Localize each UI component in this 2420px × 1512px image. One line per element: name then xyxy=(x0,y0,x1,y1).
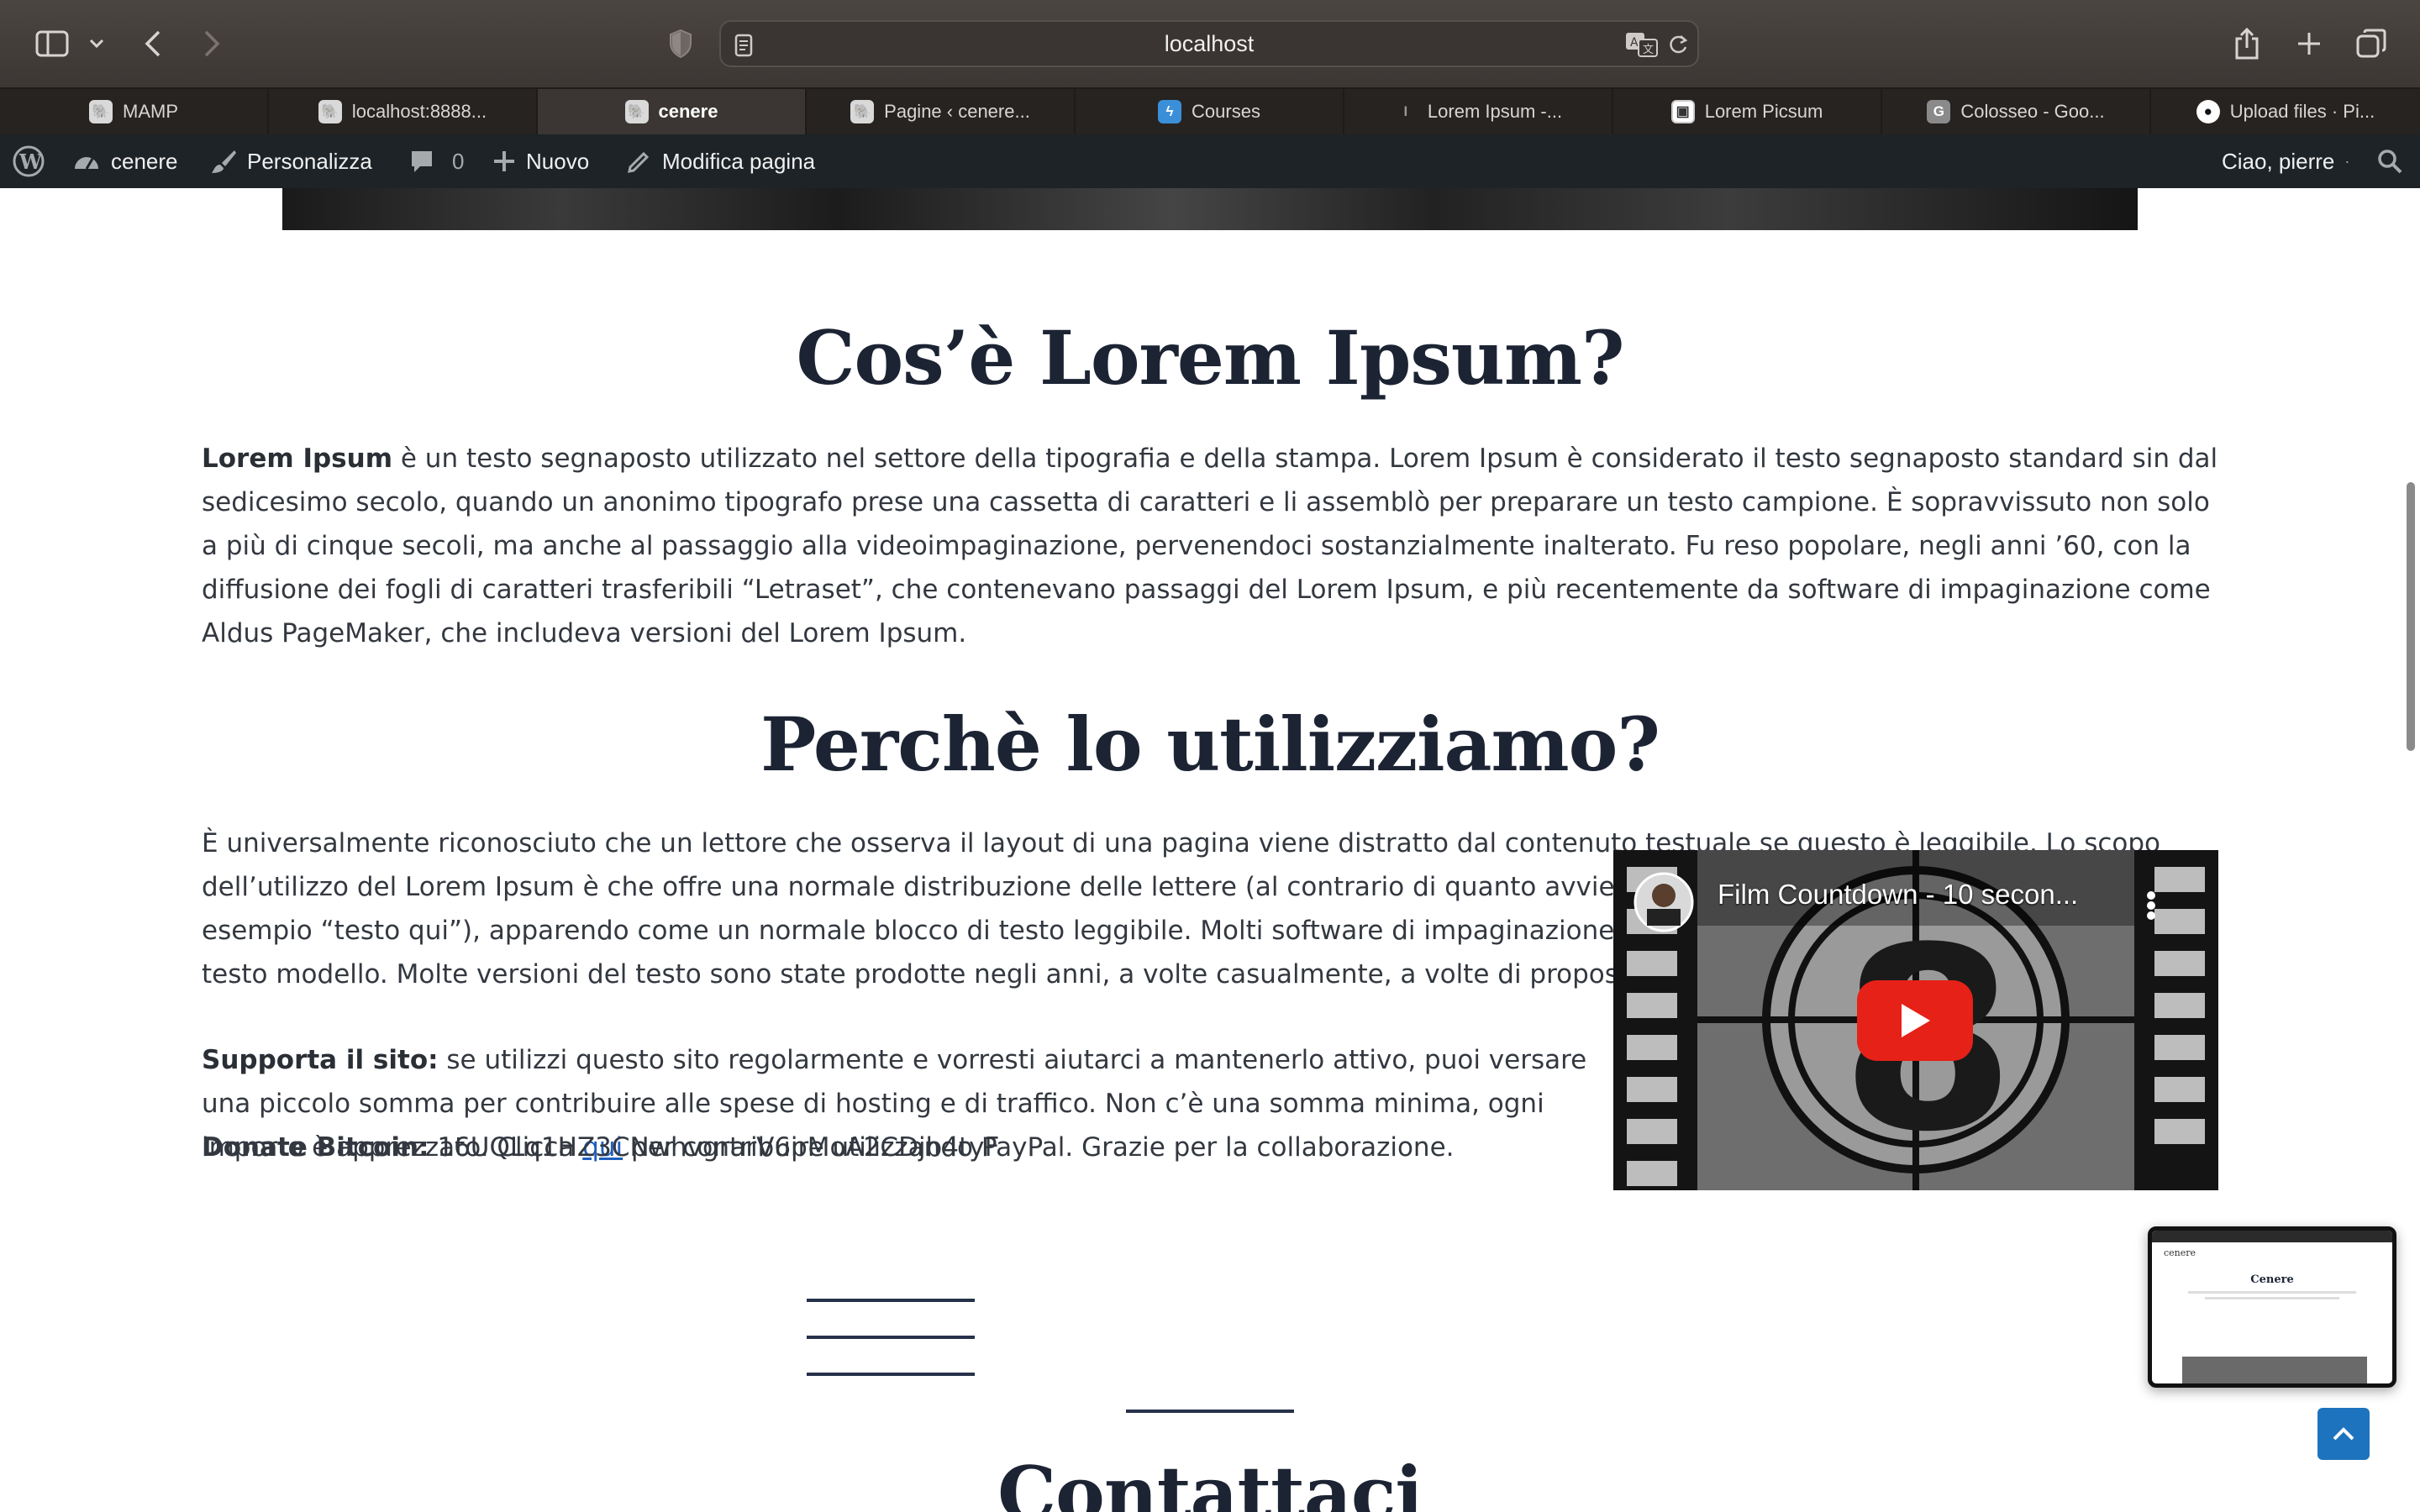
tab-upload-files[interactable]: ● Upload files · Pi... xyxy=(2151,89,2420,134)
picsum-icon: ▣ xyxy=(1670,100,1695,123)
greeting-label: Ciao, pierre xyxy=(2222,148,2335,174)
tab-label: Colosseo - Goo... xyxy=(1960,101,2105,122)
tab-cenere[interactable]: 🐘 cenere xyxy=(538,89,807,134)
tab-lorem-ipsum[interactable]: I Lorem Ipsum -... xyxy=(1344,89,1613,134)
browser-toolbar: localhost A文 xyxy=(0,0,2420,87)
mamp-elephant-icon: 🐘 xyxy=(850,100,875,123)
customize-label: Personalizza xyxy=(247,148,372,174)
dashboard-gauge-icon xyxy=(72,149,101,174)
heading-cos-e-lorem-ipsum: Cos’è Lorem Ipsum? xyxy=(796,314,1624,402)
new-tab-icon[interactable] xyxy=(2291,18,2328,69)
tab-label: Upload files · Pi... xyxy=(2229,101,2375,122)
section-divider xyxy=(1126,1410,1294,1413)
tab-localhost[interactable]: 🐘 localhost:8888... xyxy=(269,89,538,134)
chevron-up-icon xyxy=(2333,1427,2354,1441)
tab-label: Pagine ‹ cenere... xyxy=(884,101,1030,122)
mamp-elephant-icon: 🐘 xyxy=(624,100,649,123)
donate-bitcoin: Donate Bitcoin: 16UQLq1HZ3CNwhvgrarV6pMo… xyxy=(202,1126,999,1169)
pip-text-line xyxy=(2188,1291,2356,1294)
lorem-ipsum-bold: Lorem Ipsum xyxy=(202,444,393,474)
courses-icon: ϟ xyxy=(1158,100,1182,123)
donate-label: Donate Bitcoin: xyxy=(202,1132,429,1163)
page-scrollbar[interactable] xyxy=(2407,482,2415,751)
paintbrush-icon xyxy=(210,148,237,175)
divider-line xyxy=(807,1336,975,1339)
chevron-down-icon[interactable] xyxy=(84,18,109,69)
comments-item[interactable]: 0 xyxy=(408,134,464,188)
hero-image-bottom xyxy=(282,188,2138,230)
account-item[interactable]: Ciao, pierre · xyxy=(2222,134,2349,188)
back-icon[interactable] xyxy=(136,18,170,69)
paragraph-lorem-ipsum: Lorem Ipsum è un testo segnaposto utiliz… xyxy=(202,437,2218,655)
tab-strip: 🐘 MAMP 🐘 localhost:8888... 🐘 cenere 🐘 Pa… xyxy=(0,87,2420,134)
wp-admin-bar: W cenere Personalizza 0 Nuovo Modifica p… xyxy=(0,134,2420,188)
svg-text:文: 文 xyxy=(1643,44,1654,56)
bitcoin-address[interactable]: 16UQLq1HZ3CNwhvgrarV6pMoA2CDjb4tyF xyxy=(429,1132,999,1163)
svg-text:W: W xyxy=(18,150,43,174)
site-name: cenere xyxy=(111,148,178,174)
mamp-elephant-icon: 🐘 xyxy=(89,100,113,123)
url-text: localhost xyxy=(1164,30,1255,56)
tab-pagine[interactable]: 🐘 Pagine ‹ cenere... xyxy=(807,89,1076,134)
heading-perche-lo-utilizziamo: Perchè lo utilizziamo? xyxy=(760,701,1660,788)
tab-colosseo[interactable]: G Colosseo - Goo... xyxy=(1882,89,2151,134)
pip-text-line xyxy=(2205,1297,2339,1299)
github-icon: ● xyxy=(2196,100,2220,123)
picture-in-picture-preview[interactable]: cenere Cenere xyxy=(2148,1226,2396,1388)
pip-title: Cenere xyxy=(2250,1273,2294,1286)
pip-site-name: cenere xyxy=(2164,1247,2196,1258)
new-content-item[interactable]: Nuovo xyxy=(492,134,589,188)
lorem-ipsum-icon: I xyxy=(1403,103,1408,119)
youtube-video-embed[interactable]: 8 Film Countdown - 10 secon... xyxy=(1613,850,2218,1190)
tab-mamp[interactable]: 🐘 MAMP xyxy=(0,89,269,134)
tab-label: Lorem Ipsum -... xyxy=(1427,101,1563,122)
wordpress-logo-icon[interactable]: W xyxy=(12,134,45,188)
pip-image xyxy=(2182,1357,2367,1383)
comment-bubble-icon xyxy=(408,148,435,175)
share-icon[interactable] xyxy=(2228,18,2265,69)
tab-label: MAMP xyxy=(123,101,178,122)
tab-courses[interactable]: ϟ Courses xyxy=(1076,89,1344,134)
site-name-item[interactable]: cenere xyxy=(72,134,178,188)
tab-label: localhost:8888... xyxy=(351,101,487,122)
heading-contattaci: Contattaci xyxy=(997,1450,1423,1512)
plus-icon xyxy=(492,150,516,173)
search-icon[interactable] xyxy=(2376,134,2403,188)
tab-lorem-picsum[interactable]: ▣ Lorem Picsum xyxy=(1613,89,1882,134)
tab-label: Courses xyxy=(1192,101,1260,122)
pip-browser-bar xyxy=(2152,1231,2392,1242)
play-icon[interactable] xyxy=(1857,980,1973,1061)
video-title: Film Countdown - 10 secon... xyxy=(1718,879,2079,910)
back-to-top-button[interactable] xyxy=(2317,1408,2370,1460)
address-bar[interactable]: localhost A文 xyxy=(719,20,1699,67)
customize-item[interactable]: Personalizza xyxy=(210,134,372,188)
dot-separator: · xyxy=(2344,152,2350,170)
edit-page-item[interactable]: Modifica pagina xyxy=(627,134,815,188)
translate-icon[interactable]: A文 xyxy=(1625,32,1659,60)
support-label: Supporta il sito: xyxy=(202,1045,439,1075)
divider-line xyxy=(807,1299,975,1302)
forward-icon[interactable] xyxy=(195,18,229,69)
google-g-icon: G xyxy=(1927,100,1951,123)
comments-count: 0 xyxy=(452,148,465,174)
tab-overview-icon[interactable] xyxy=(2353,18,2390,69)
mamp-elephant-icon: 🐘 xyxy=(318,100,342,123)
edit-page-label: Modifica pagina xyxy=(662,148,816,174)
tab-label: Lorem Picsum xyxy=(1704,101,1823,122)
svg-text:A: A xyxy=(1630,36,1639,50)
new-label: Nuovo xyxy=(526,148,590,174)
tab-label: cenere xyxy=(658,101,718,122)
pencil-icon xyxy=(627,149,652,174)
paragraph-lorem-ipsum-text: è un testo segnaposto utilizzato nel set… xyxy=(202,444,2218,648)
divider-line xyxy=(807,1373,975,1376)
privacy-shield-icon[interactable] xyxy=(664,18,697,69)
sidebar-toggle-icon[interactable] xyxy=(32,18,72,69)
reload-icon[interactable] xyxy=(1667,33,1689,60)
